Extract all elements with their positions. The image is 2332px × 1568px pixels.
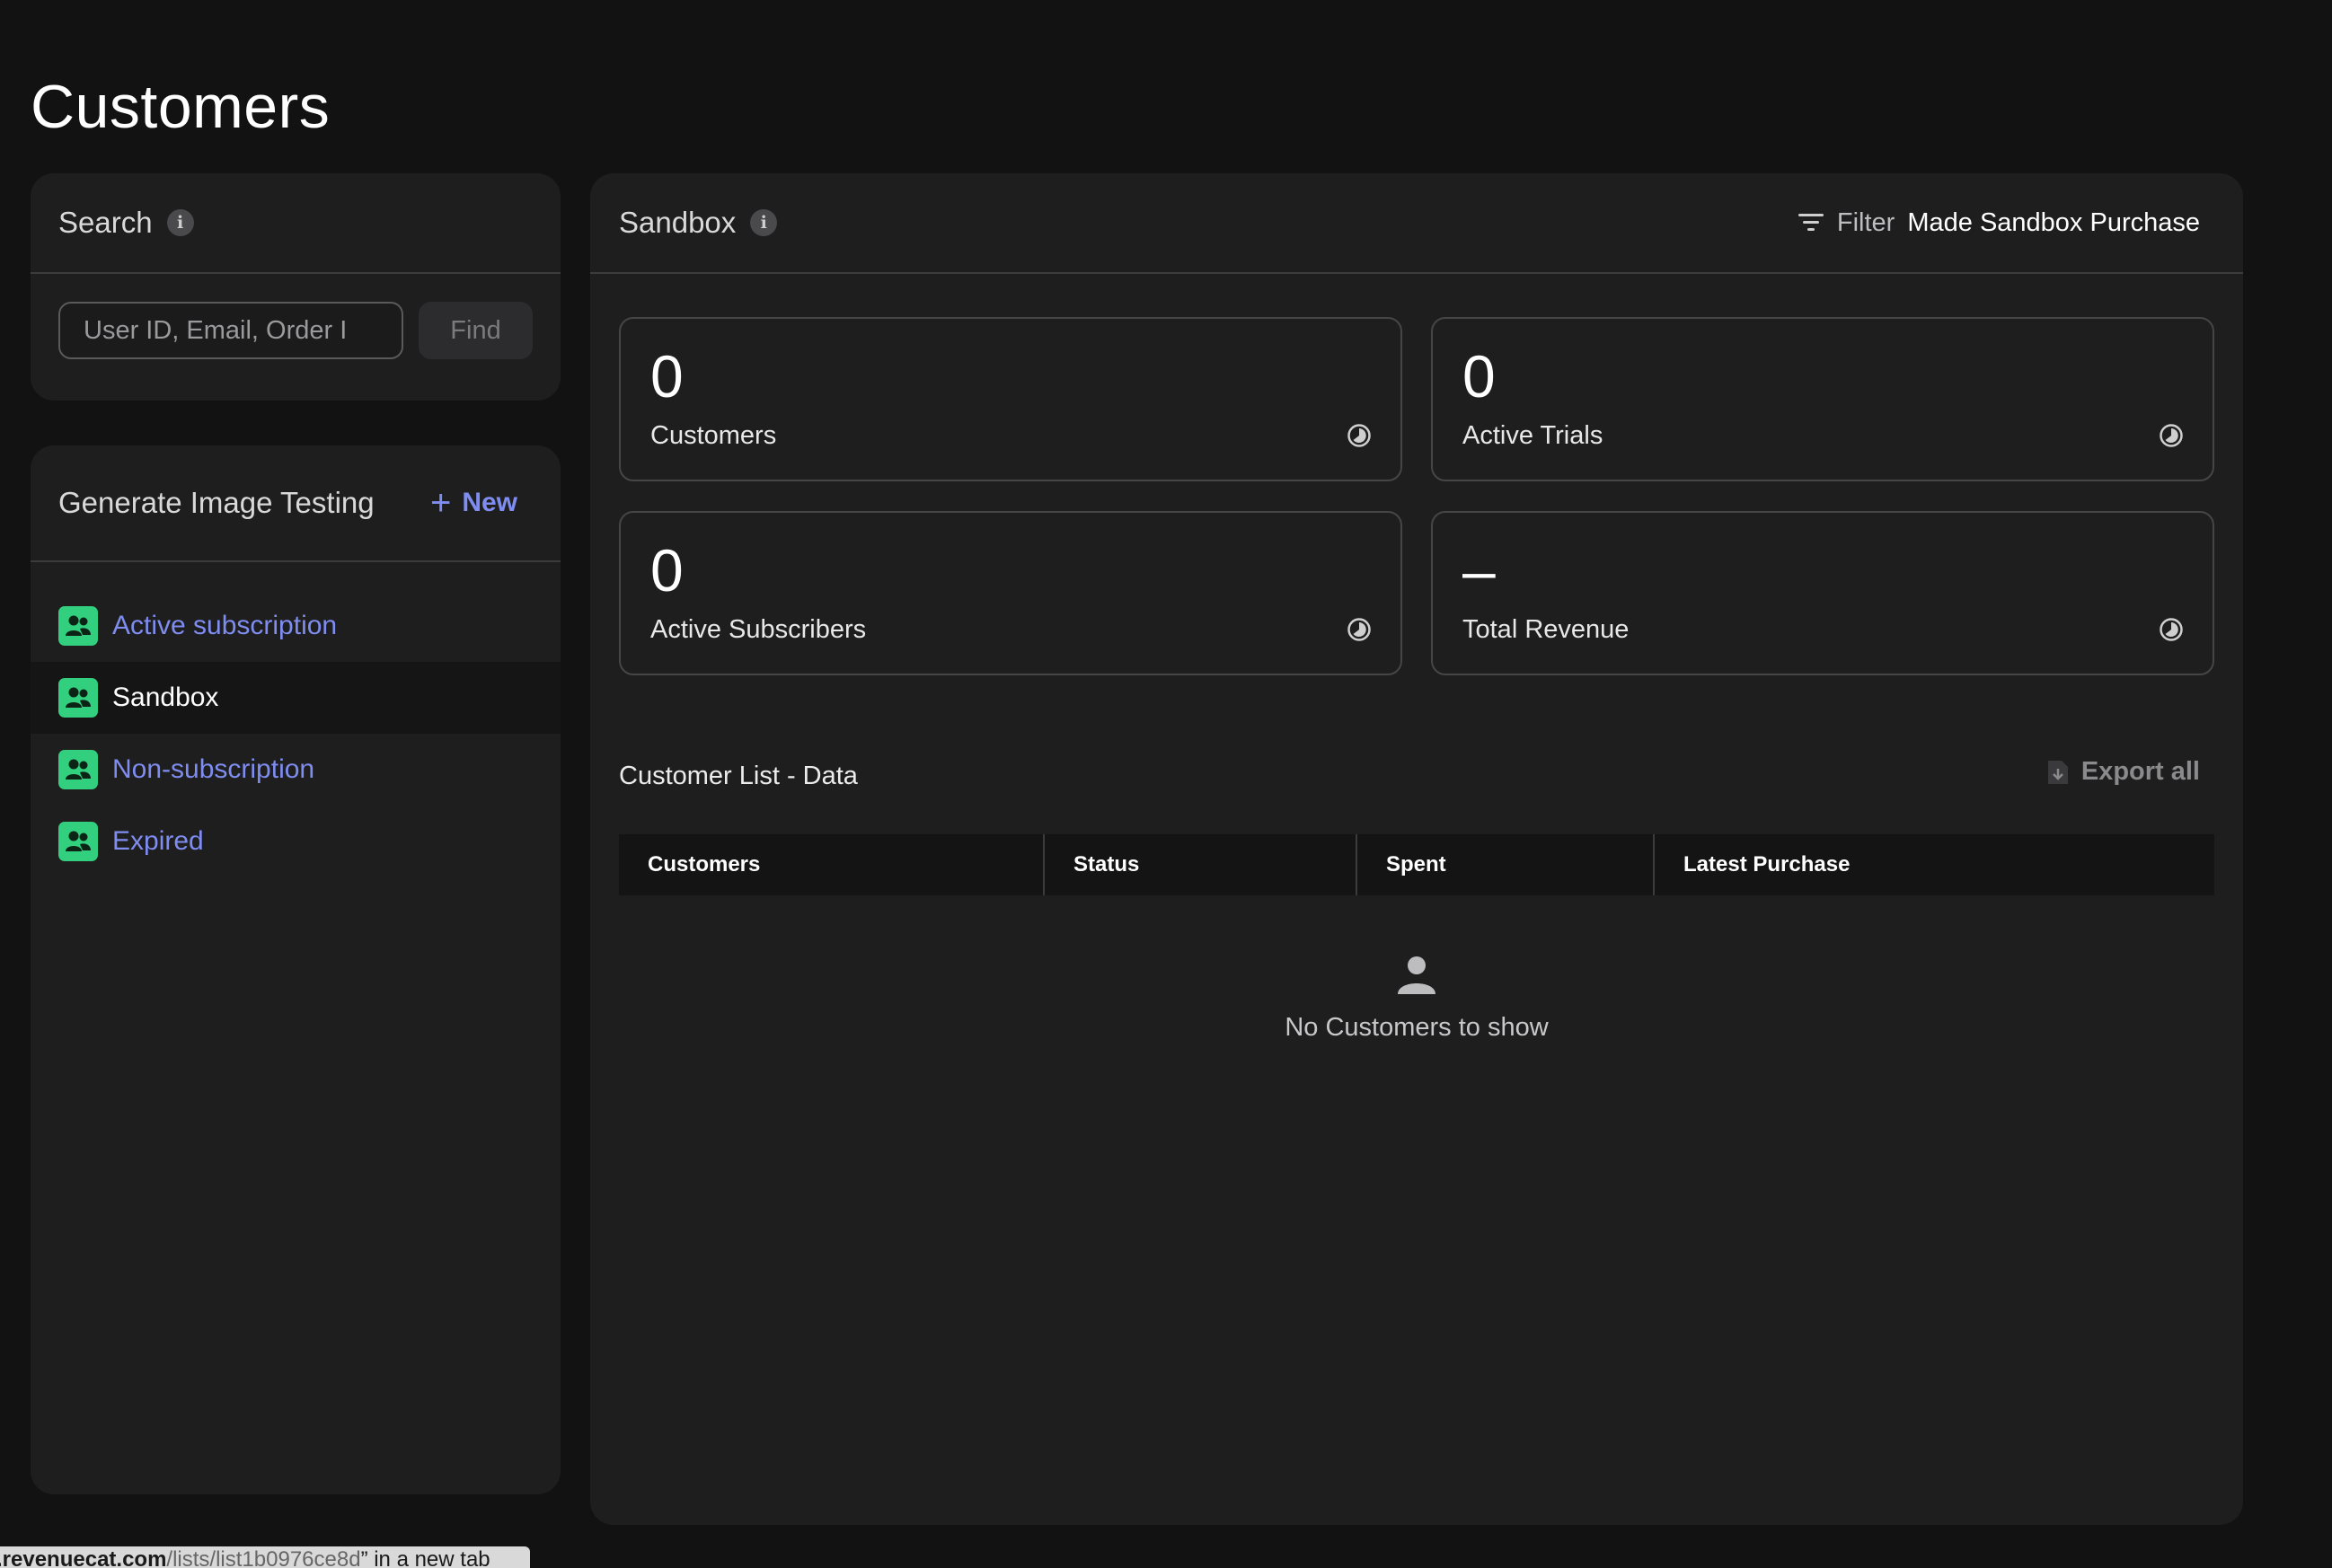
list-item-non-subscription[interactable]: Non-subscription (31, 734, 561, 806)
export-icon (2047, 760, 2068, 784)
column-header-status[interactable]: Status (1045, 834, 1357, 895)
chart-info-icon[interactable] (1347, 617, 1372, 642)
stat-card-active-subscribers: 0 Active Subscribers (619, 511, 1402, 675)
empty-state-text: No Customers to show (1285, 1013, 1549, 1042)
stat-card-customers: 0 Customers (619, 317, 1402, 481)
stat-card-active-trials: 0 Active Trials (1431, 317, 2214, 481)
person-icon (1398, 956, 1435, 994)
stat-label: Customers (650, 421, 777, 450)
filter-button[interactable]: Filter Made Sandbox Purchase (1798, 208, 2200, 238)
list-item-label: Sandbox (112, 683, 219, 712)
lists-panel-header: Generate Image Testing + New (31, 445, 561, 562)
stat-value: 0 (650, 343, 684, 410)
filter-icon (1798, 214, 1824, 231)
export-all-button[interactable]: Export all (2045, 757, 2200, 787)
search-panel-header: Search i (31, 173, 561, 274)
stat-label: Active Trials (1462, 421, 1603, 450)
new-list-button[interactable]: + New (429, 483, 517, 523)
filter-label: Filter (1836, 207, 1895, 237)
link-status-bar: .revenuecat.com/lists/list1b0976ce8d” in… (0, 1546, 530, 1568)
main-panel: Sandbox i Filter Made Sandbox Purchase 0… (590, 173, 2243, 1525)
people-icon (58, 678, 98, 718)
lists-panel: Generate Image Testing + New Active subs… (31, 445, 561, 1494)
list-item-expired[interactable]: Expired (31, 806, 561, 877)
stat-value: – (1462, 537, 1496, 603)
search-title: Search (58, 206, 153, 239)
search-input[interactable] (58, 302, 403, 359)
chart-info-icon[interactable] (2159, 617, 2184, 642)
info-icon[interactable]: i (166, 209, 194, 236)
section-title: Customer List - Data (619, 762, 858, 790)
chart-info-icon[interactable] (1347, 423, 1372, 448)
list-item-label: Expired (112, 826, 204, 856)
project-title: Generate Image Testing (58, 486, 375, 519)
list-item-label: Non-subscription (112, 754, 315, 784)
filter-value: Made Sandbox Purchase (1907, 207, 2200, 237)
column-header-spent[interactable]: Spent (1357, 834, 1655, 895)
list-item-label: Active subscription (112, 611, 338, 640)
list-item-active-subscription[interactable]: Active subscription (31, 590, 561, 662)
page-title: Customers (31, 73, 331, 141)
people-icon (58, 606, 98, 646)
export-all-label: Export all (2080, 757, 2200, 786)
stat-value: 0 (650, 537, 684, 603)
plus-icon: + (429, 483, 452, 523)
customer-lists: Active subscription Sandbox Non-subscrip… (31, 590, 561, 877)
status-url-domain: .revenuecat.com (0, 1547, 167, 1568)
status-url-path: /lists/list1b0976ce8d (166, 1547, 361, 1568)
table-header: Customers Status Spent Latest Purchase (619, 834, 2214, 895)
column-header-customers[interactable]: Customers (619, 834, 1045, 895)
main-panel-header: Sandbox i Filter Made Sandbox Purchase (590, 173, 2243, 274)
find-button[interactable]: Find (419, 302, 533, 359)
stat-label: Active Subscribers (650, 615, 867, 644)
new-list-label: New (462, 488, 517, 517)
stat-card-total-revenue: – Total Revenue (1431, 511, 2214, 675)
search-panel: Search i Find (31, 173, 561, 401)
chart-info-icon[interactable] (2159, 423, 2184, 448)
empty-state: No Customers to show (619, 955, 2214, 1043)
info-icon[interactable]: i (750, 209, 778, 236)
people-icon (58, 750, 98, 789)
stat-value: 0 (1462, 343, 1496, 410)
list-title: Sandbox (619, 206, 737, 239)
people-icon (58, 822, 98, 861)
stat-label: Total Revenue (1462, 615, 1630, 644)
column-header-latest-purchase[interactable]: Latest Purchase (1655, 834, 2214, 895)
status-url-suffix: ” in a new tab (360, 1547, 490, 1568)
list-item-sandbox[interactable]: Sandbox (31, 662, 561, 734)
